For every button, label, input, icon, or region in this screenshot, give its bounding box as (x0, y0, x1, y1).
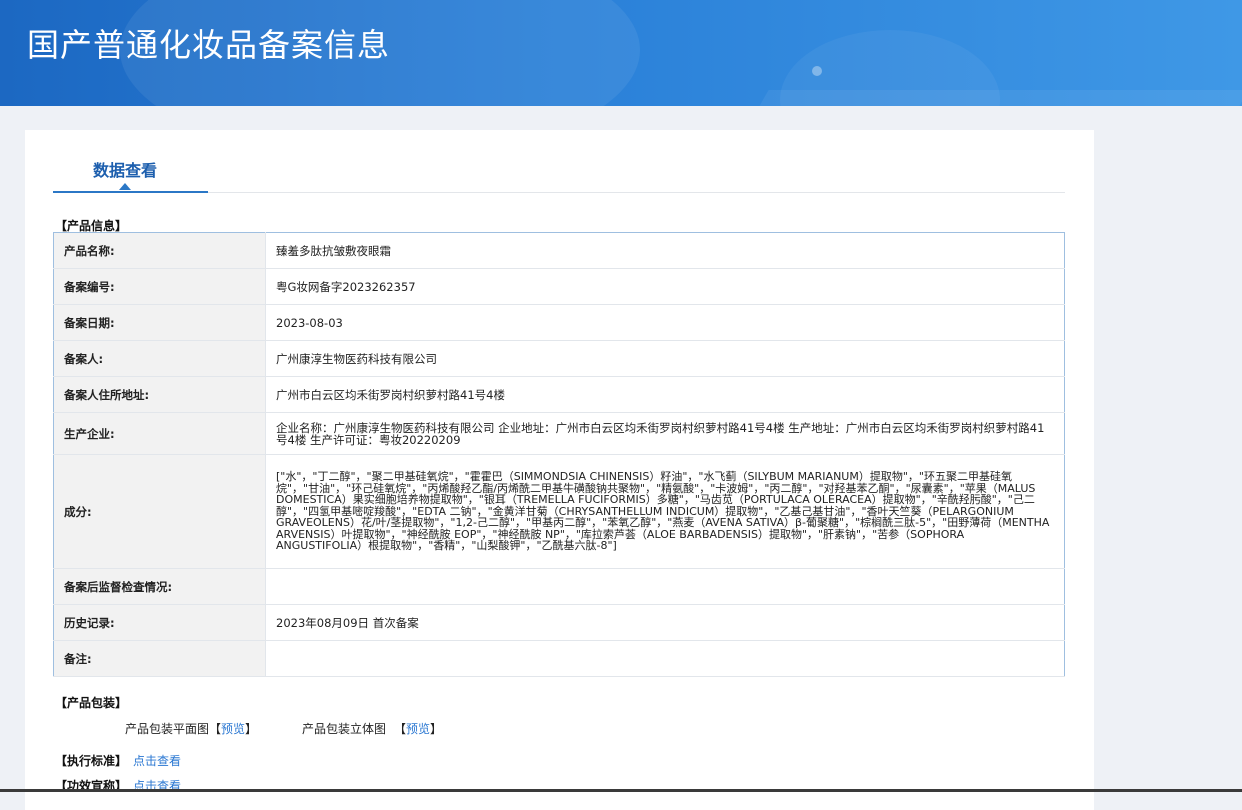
product-info-table: 产品名称: 臻羞多肽抗皱敷夜眼霜 备案编号: 粤G妆网备字2023262357 … (53, 232, 1065, 677)
table-row: 成分: ["水"，"丁二醇"，"聚二甲基硅氧烷"，"霍霍巴（SIMMONDSIA… (53, 454, 1065, 569)
table-row: 备案后监督检查情况: (53, 568, 1065, 605)
row-value: 企业名称：广州康淳生物医药科技有限公司 企业地址：广州市白云区均禾街罗岗村织萝村… (265, 412, 1065, 455)
content-card: 数据查看 【产品信息】 产品名称: 臻羞多肽抗皱敷夜眼霜 备案编号: 粤G妆网备… (25, 130, 1094, 810)
bracket: 】 (245, 722, 258, 736)
table-row: 备案编号: 粤G妆网备字2023262357 (53, 268, 1065, 305)
standard-row: 【执行标准】 点击查看 (55, 752, 181, 769)
table-row: 生产企业: 企业名称：广州康淳生物医药科技有限公司 企业地址：广州市白云区均禾街… (53, 412, 1065, 455)
active-tab-caret-icon (119, 183, 131, 190)
table-row: 备注: (53, 640, 1065, 677)
row-value (265, 568, 1065, 605)
package-stereo-item: 产品包装立体图 【预览】 (302, 720, 442, 737)
row-label: 备案编号: (53, 268, 266, 305)
row-label: 备注: (53, 640, 266, 677)
table-row: 备案人: 广州康淳生物医药科技有限公司 (53, 340, 1065, 377)
package-flat-item: 产品包装平面图【预览】 (125, 720, 257, 737)
row-label: 备案人住所地址: (53, 376, 266, 413)
row-label: 生产企业: (53, 412, 266, 455)
row-value: 粤G妆网备字2023262357 (265, 268, 1065, 305)
bracket: 【 (209, 722, 222, 736)
row-label: 备案人: (53, 340, 266, 377)
table-row: 历史记录: 2023年08月09日 首次备案 (53, 604, 1065, 641)
table-row: 备案日期: 2023-08-03 (53, 304, 1065, 341)
bracket: 】 (430, 722, 443, 736)
standard-label: 【执行标准】 (55, 754, 128, 768)
banner-decoration (812, 66, 822, 76)
page-title: 国产普通化妆品备案信息 (27, 26, 391, 64)
table-row: 备案人住所地址: 广州市白云区均禾街罗岗村织萝村路41号4楼 (53, 376, 1065, 413)
packaging-title: 【产品包装】 (55, 696, 128, 710)
row-label: 备案后监督检查情况: (53, 568, 266, 605)
tab-bar: 数据查看 (53, 130, 1065, 193)
table-row: 产品名称: 臻羞多肽抗皱敷夜眼霜 (53, 232, 1065, 269)
row-label: 产品名称: (53, 232, 266, 269)
ingredients-value: ["水"，"丁二醇"，"聚二甲基硅氧烷"，"霍霍巴（SIMMONDSIA CHI… (265, 454, 1065, 569)
row-label: 备案日期: (53, 304, 266, 341)
row-label: 成分: (53, 454, 266, 569)
bracket: 【 (394, 722, 407, 736)
row-value (265, 640, 1065, 677)
tab-label: 数据查看 (93, 161, 158, 180)
standard-view-link[interactable]: 点击查看 (133, 754, 181, 768)
row-value: 臻羞多肽抗皱敷夜眼霜 (265, 232, 1065, 269)
header-banner: 国产普通化妆品备案信息 (0, 0, 1242, 106)
row-value: 2023年08月09日 首次备案 (265, 604, 1065, 641)
package-flat-label: 产品包装平面图 (125, 722, 210, 736)
row-label: 历史记录: (53, 604, 266, 641)
package-stereo-label: 产品包装立体图 (302, 722, 387, 736)
row-value: 2023-08-03 (265, 304, 1065, 341)
package-flat-preview-link[interactable]: 预览 (221, 722, 245, 736)
banner-decoration (751, 90, 1242, 106)
package-stereo-preview-link[interactable]: 预览 (406, 722, 430, 736)
row-value: 广州市白云区均禾街罗岗村织萝村路41号4楼 (265, 376, 1065, 413)
tab-data-view[interactable]: 数据查看 (53, 130, 208, 193)
row-value: 广州康淳生物医药科技有限公司 (265, 340, 1065, 377)
